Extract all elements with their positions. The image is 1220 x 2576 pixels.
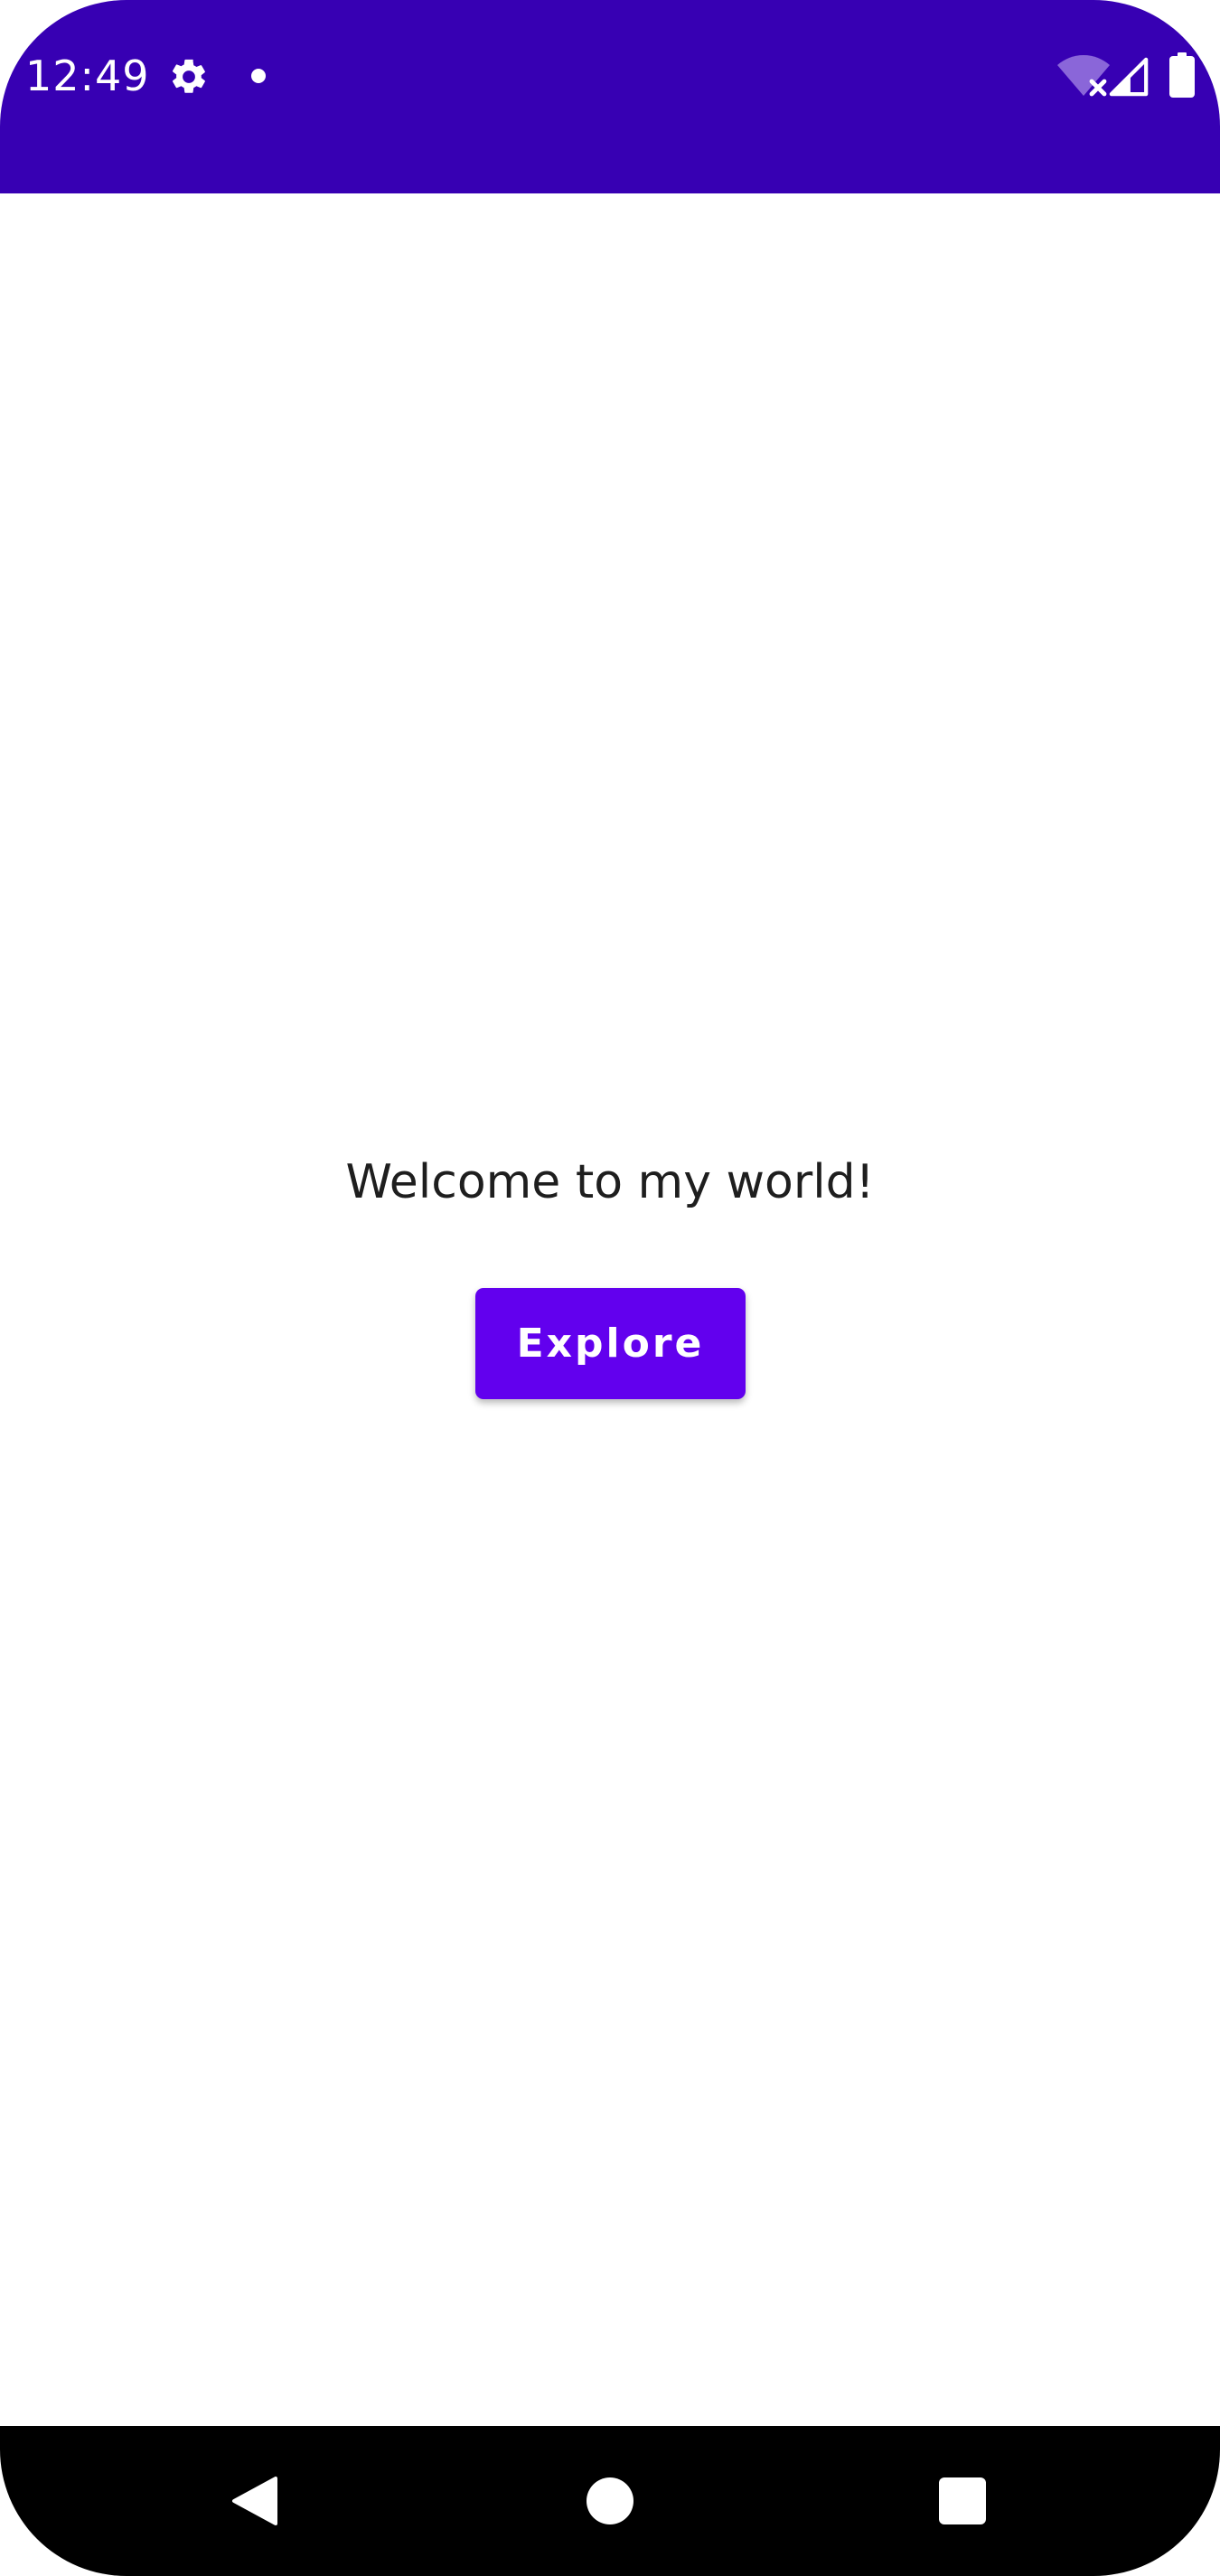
signal-icon: [1109, 57, 1149, 97]
wifi-off-icon: [1057, 55, 1110, 97]
notification-dot-icon: [251, 69, 266, 83]
status-bar: 12:49: [0, 0, 1220, 193]
phone-screen: 12:49 Welcome to my world! Explore: [0, 0, 1220, 2576]
explore-button[interactable]: Explore: [475, 1288, 746, 1399]
gear-icon: [172, 59, 205, 93]
back-icon[interactable]: [230, 2475, 279, 2527]
battery-icon: [1169, 52, 1195, 98]
welcome-text: Welcome to my world!: [345, 1155, 875, 1209]
status-time: 12:49: [25, 52, 150, 100]
recents-icon[interactable]: [939, 2477, 986, 2524]
home-icon[interactable]: [587, 2477, 633, 2524]
